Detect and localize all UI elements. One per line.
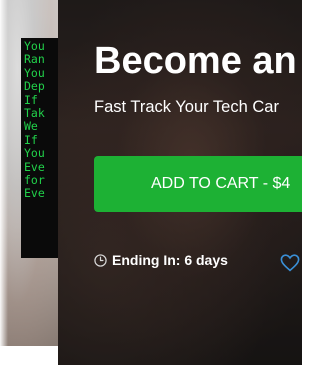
terminal-line: Tak <box>24 106 45 121</box>
hero-panel: Become an Fast Track Your Tech Car ADD T… <box>58 0 302 365</box>
terminal-line: You <box>24 65 45 80</box>
ending-countdown: Ending In: 6 days <box>94 252 228 268</box>
terminal-line: Ran <box>24 52 45 67</box>
page: You Ran You Dep If Tak We If You Eve for… <box>0 0 302 365</box>
thumbnail-footer <box>0 346 58 365</box>
terminal-screen: You Ran You Dep If Tak We If You Eve for… <box>21 38 58 258</box>
terminal-line: If <box>24 92 38 107</box>
terminal-line: We <box>24 119 38 134</box>
hero-content: Become an Fast Track Your Tech Car ADD T… <box>58 0 302 365</box>
product-title: Become an <box>94 40 297 82</box>
product-thumbnail[interactable]: You Ran You Dep If Tak We If You Eve for… <box>0 0 58 346</box>
add-to-cart-button[interactable]: ADD TO CART - $4 <box>94 156 302 212</box>
terminal-line: for <box>24 173 45 188</box>
terminal-line: If <box>24 132 38 147</box>
terminal-line: Eve <box>24 159 45 174</box>
terminal-line: You <box>24 146 45 161</box>
product-subtitle: Fast Track Your Tech Car <box>94 98 279 116</box>
ending-label: Ending In: 6 days <box>112 252 228 268</box>
terminal-line: Eve <box>24 186 45 201</box>
terminal-line: Dep <box>24 79 45 94</box>
terminal-line: You <box>24 39 45 53</box>
heart-icon[interactable] <box>280 254 300 272</box>
clock-icon <box>94 253 107 267</box>
